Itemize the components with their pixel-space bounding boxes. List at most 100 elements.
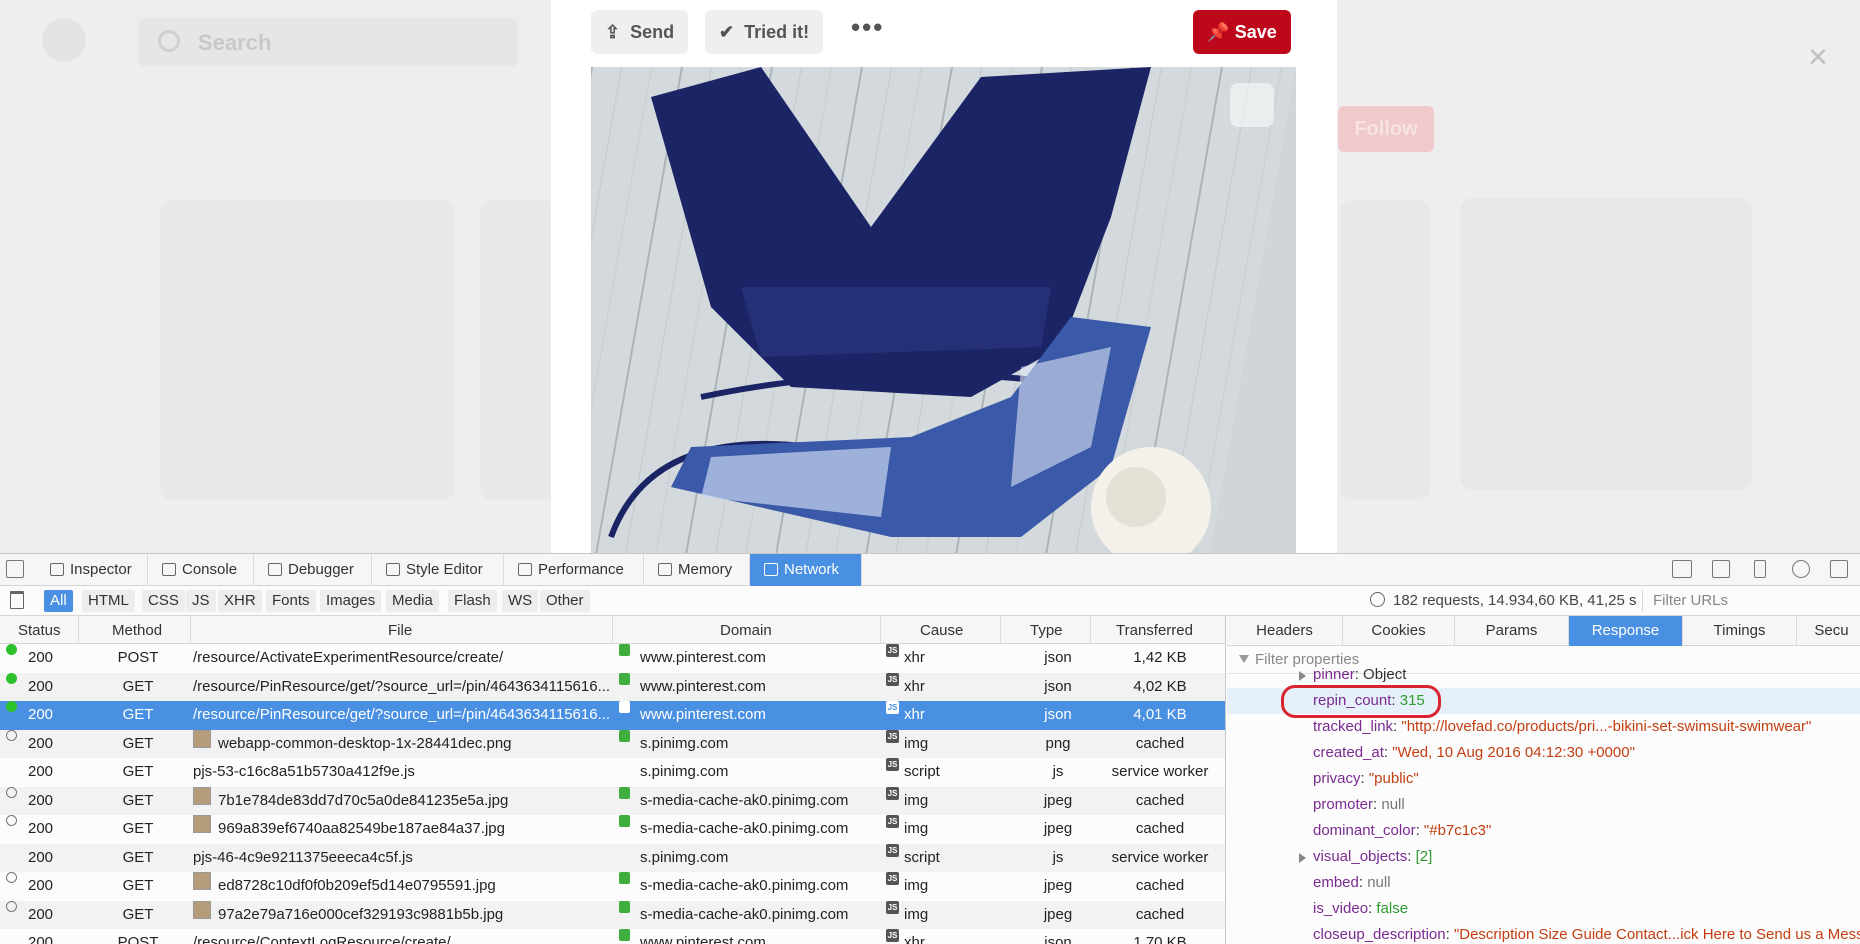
table-row[interactable]: 200 GET/resource/PinResource/get/?source_… — [0, 672, 1225, 701]
cell-status: 200 — [28, 763, 54, 780]
property-row[interactable]: created_at: "Wed, 10 Aug 2016 04:12:30 +… — [1227, 740, 1860, 766]
property-row[interactable]: repin_count: 315 — [1227, 685, 1860, 718]
split-console-icon[interactable] — [1712, 560, 1730, 578]
column-method[interactable]: Method — [112, 622, 162, 639]
tab-console[interactable]: Console — [148, 554, 254, 586]
table-row[interactable]: 200 GET 969a839ef6740aa82549be187ae84a37.j… — [0, 815, 1225, 844]
tab-memory[interactable]: Memory — [644, 554, 750, 586]
property-row[interactable]: embed: null — [1227, 870, 1860, 896]
tab-security[interactable]: Secu — [1797, 616, 1860, 646]
filter-media[interactable]: Media — [386, 590, 439, 612]
send-button[interactable]: ⇪ Send — [591, 10, 689, 54]
table-row[interactable]: 200 GET 97a2e79a716e000cef329193c9881b5b.j… — [0, 900, 1225, 929]
table-row[interactable]: 200 POST/resource/ContextLogResource/crea… — [0, 929, 1225, 944]
property-row[interactable]: dominant_color: "#b7c1c3" — [1227, 818, 1860, 844]
lock-icon — [619, 672, 630, 685]
expand-arrow-icon[interactable] — [1299, 853, 1306, 863]
status-indicator-icon — [6, 815, 17, 826]
tab-params[interactable]: Params — [1455, 616, 1569, 646]
lock-icon — [619, 644, 630, 656]
js-cause-icon: JS — [886, 729, 899, 743]
tab-network[interactable]: Network — [750, 554, 862, 586]
gear-icon[interactable] — [1792, 560, 1810, 578]
column-status[interactable]: Status — [18, 622, 61, 639]
filter-flash[interactable]: Flash — [448, 590, 497, 612]
column-domain[interactable]: Domain — [720, 622, 772, 639]
tab-performance[interactable]: Performance — [504, 554, 644, 586]
pin-image[interactable] — [591, 67, 1296, 553]
tab-timings[interactable]: Timings — [1683, 616, 1797, 646]
property-value: "Wed, 10 Aug 2016 04:12:30 +0000" — [1392, 744, 1635, 761]
save-button[interactable]: 📌 Save — [1193, 10, 1291, 54]
close-icon[interactable]: × — [1808, 38, 1828, 77]
filter-urls-input[interactable]: Filter URLs — [1642, 590, 1860, 612]
property-row[interactable]: visual_objects: [2] — [1227, 844, 1860, 870]
dock-side-icon[interactable] — [1830, 560, 1848, 578]
cell-domain: s.pinimg.com — [640, 848, 729, 866]
table-row[interactable]: 200 GET pjs-46-4c9e9211375eeeca4c5f.js s.pi… — [0, 843, 1225, 872]
cell-status: 200 — [28, 677, 54, 695]
cell-cause: script — [904, 848, 940, 866]
cell-file: pjs-46-4c9e9211375eeeca4c5f.js — [193, 848, 413, 866]
filter-html[interactable]: HTML — [82, 590, 135, 612]
filter-fonts[interactable]: Fonts — [266, 590, 316, 612]
responsive-design-icon[interactable] — [1754, 560, 1766, 578]
search-icon — [158, 30, 180, 52]
status-indicator-icon — [6, 644, 17, 655]
image-thumbnail — [193, 815, 211, 833]
tab-headers[interactable]: Headers — [1227, 616, 1343, 646]
property-key: embed — [1313, 874, 1359, 891]
memory-icon — [658, 563, 672, 576]
cell-method: GET — [122, 791, 154, 809]
table-row[interactable]: 200 POST/resource/ActivateExperimentResou… — [0, 644, 1225, 673]
property-key: pinner — [1313, 666, 1355, 683]
debugger-icon — [268, 563, 282, 576]
property-key: closeup_description — [1313, 926, 1446, 943]
lock-icon — [619, 786, 630, 799]
cell-method: GET — [122, 706, 154, 723]
property-row[interactable]: is_video: false — [1227, 896, 1860, 922]
property-key: dominant_color — [1313, 822, 1416, 839]
visual-search-icon[interactable] — [1230, 83, 1274, 127]
filter-all[interactable]: All — [44, 590, 73, 612]
property-row[interactable]: promoter: null — [1227, 792, 1860, 818]
cell-status: 200 — [28, 791, 54, 809]
layout-icon[interactable] — [1672, 560, 1692, 578]
more-options-button[interactable]: ••• — [851, 12, 884, 43]
table-row[interactable]: 200 GET webapp-common-desktop-1x-28441dec.… — [0, 729, 1225, 758]
tried-it-button[interactable]: ✔ Tried it! — [705, 10, 824, 54]
filter-js[interactable]: JS — [186, 590, 216, 612]
table-row[interactable]: 200 GET ed8728c10df0f0b209ef5d14e0795591.j… — [0, 872, 1225, 901]
column-type[interactable]: Type — [1030, 622, 1063, 639]
request-details-panel: Headers Cookies Params Response Timings … — [1227, 616, 1860, 944]
tab-cookies[interactable]: Cookies — [1343, 616, 1455, 646]
tab-style-editor[interactable]: Style Editor — [372, 554, 504, 586]
cell-cause: img — [904, 820, 929, 837]
cell-file: pjs-53-c16c8a51b5730a412f9e.js — [193, 763, 415, 780]
tab-inspector[interactable]: Inspector — [36, 554, 148, 586]
cell-status: 200 — [28, 877, 54, 894]
tab-debugger[interactable]: Debugger — [254, 554, 372, 586]
property-row[interactable]: tracked_link: "http://lovefad.co/product… — [1227, 714, 1860, 740]
cell-file: /resource/ActivateExperimentResource/cre… — [193, 649, 504, 666]
devtools-toolbar: Inspector Console Debugger Style Editor … — [0, 554, 1860, 586]
table-row[interactable]: 200 GET/resource/PinResource/get/?source_… — [0, 701, 1225, 730]
filter-css[interactable]: CSS — [142, 590, 185, 612]
expand-arrow-icon[interactable] — [1299, 671, 1306, 681]
tab-response[interactable]: Response — [1569, 616, 1683, 646]
filter-xhr[interactable]: XHR — [218, 590, 262, 612]
table-row[interactable]: 200 GET 7b1e784de83dd7d70c5a0de841235e5a.j… — [0, 786, 1225, 815]
cell-type: jpeg — [1043, 905, 1073, 923]
property-row[interactable]: closeup_description: "Description Size G… — [1227, 922, 1860, 944]
filter-images[interactable]: Images — [320, 590, 382, 612]
column-file[interactable]: File — [388, 622, 412, 639]
table-row[interactable]: 200 GET pjs-53-c16c8a51b5730a412f9e.js s.pi… — [0, 758, 1225, 787]
property-row[interactable]: privacy: "public" — [1227, 766, 1860, 792]
filter-ws[interactable]: WS — [502, 590, 539, 612]
trash-icon[interactable] — [10, 591, 24, 609]
pick-element-icon[interactable] — [6, 560, 24, 578]
filter-other[interactable]: Other — [540, 590, 590, 612]
column-transferred[interactable]: Transferred — [1116, 622, 1193, 639]
cell-status: 200 — [28, 734, 54, 752]
column-cause[interactable]: Cause — [920, 622, 963, 639]
